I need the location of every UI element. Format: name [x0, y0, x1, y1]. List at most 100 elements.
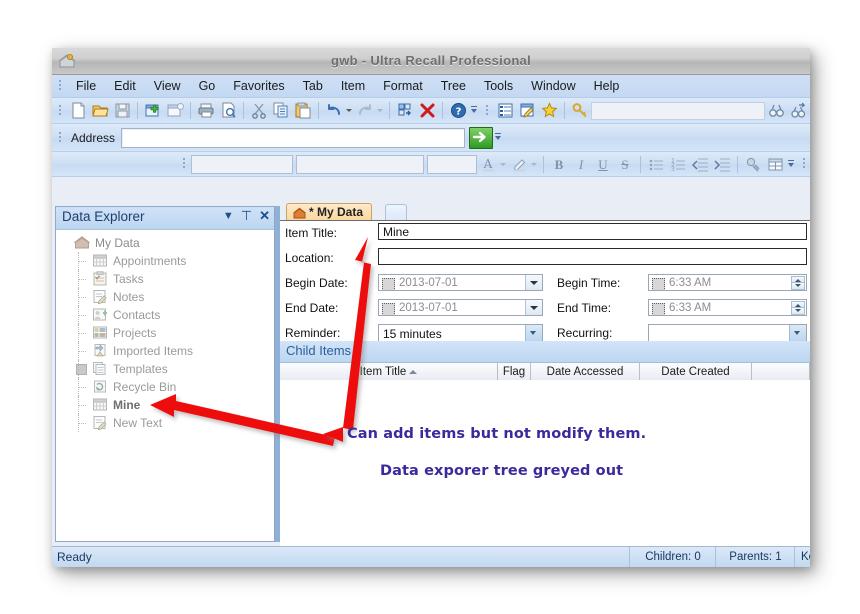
tree-item-imported-items[interactable]: Imported Items [56, 342, 274, 360]
paste-icon[interactable] [292, 100, 314, 121]
insert-table-icon[interactable] [764, 154, 786, 175]
bold-icon[interactable]: B [548, 154, 570, 175]
column-header-date-created[interactable]: Date Created [640, 363, 752, 381]
item-title-input[interactable]: Mine [378, 223, 807, 240]
toolbar-overflow-chevron-icon[interactable] [469, 100, 479, 121]
address-input[interactable] [121, 127, 466, 148]
font-family-select[interactable] [191, 154, 293, 174]
begin-date-dropdown-chevron-icon[interactable] [525, 275, 542, 290]
format-grip-handle[interactable] [180, 155, 189, 173]
menu-item-tools[interactable]: Tools [475, 76, 522, 96]
menu-item-view[interactable]: View [145, 76, 190, 96]
tree-item-my-data[interactable]: My Data [56, 234, 274, 252]
extra-toolbar-grip-handle[interactable] [800, 155, 809, 173]
begin-time-input[interactable]: 6:33 AM [648, 274, 807, 291]
underline-icon[interactable]: U [592, 154, 614, 175]
end-time-input[interactable]: 6:33 AM [648, 299, 807, 316]
end-time-spinner[interactable] [791, 301, 805, 315]
numbered-list-icon[interactable]: 123 [667, 154, 689, 175]
undo-dropdown-chevron-icon[interactable] [345, 100, 354, 121]
new-document-icon[interactable] [67, 100, 89, 121]
tab-placeholder[interactable] [385, 204, 407, 221]
search-toolbar-grip-handle[interactable] [483, 102, 492, 120]
column-header-spacer[interactable] [752, 363, 810, 381]
end-time-checkbox[interactable] [652, 302, 665, 315]
font-color-icon[interactable]: A [477, 154, 499, 175]
menu-grip-handle[interactable] [56, 77, 65, 95]
column-header-date-accessed[interactable]: Date Accessed [531, 363, 640, 381]
begin-time-checkbox[interactable] [652, 277, 665, 290]
data-explorer-tree[interactable]: My Data Appointments Tasks Notes Contacts Pro… [56, 230, 274, 541]
copy-icon[interactable] [270, 100, 292, 121]
font-color-dropdown-chevron-icon[interactable] [499, 154, 508, 175]
edit-note-icon[interactable] [516, 100, 538, 121]
print-preview-icon[interactable] [217, 100, 239, 121]
hyperlink-icon[interactable] [742, 154, 764, 175]
search-input[interactable] [591, 101, 765, 120]
new-child-item-icon[interactable] [164, 100, 186, 121]
menu-item-tab[interactable]: Tab [294, 76, 332, 96]
cut-scissors-icon[interactable] [248, 100, 270, 121]
tree-item-tasks[interactable]: Tasks [56, 270, 274, 288]
tree-item-projects[interactable]: Projects [56, 324, 274, 342]
redo-dropdown-chevron-icon[interactable] [376, 100, 385, 121]
tree-item-contacts[interactable]: Contacts [56, 306, 274, 324]
dropdown-chevron-icon[interactable]: ▼ [223, 210, 234, 222]
favorites-star-icon[interactable] [538, 100, 560, 121]
tab-my-data[interactable]: * My Data [286, 203, 373, 221]
list-view-icon[interactable] [494, 100, 516, 121]
delete-x-icon[interactable] [416, 100, 438, 121]
strikethrough-icon[interactable]: S [614, 154, 636, 175]
menu-item-help[interactable]: Help [585, 76, 629, 96]
location-input[interactable] [378, 248, 807, 265]
tree-item-new-text[interactable]: New Text [56, 414, 274, 432]
italic-icon[interactable]: I [570, 154, 592, 175]
font-size-select[interactable] [427, 154, 477, 174]
menu-item-go[interactable]: Go [190, 76, 225, 96]
bullet-list-icon[interactable] [645, 154, 667, 175]
reminder-dropdown-chevron-icon[interactable] [525, 325, 542, 341]
tree-item-templates[interactable]: Templates [56, 360, 274, 378]
menu-item-format[interactable]: Format [374, 76, 432, 96]
highlight-color-dropdown-chevron-icon[interactable] [530, 154, 539, 175]
find-binoculars-icon[interactable] [765, 100, 787, 121]
pin-icon[interactable]: ⊤ [241, 209, 252, 222]
undo-icon[interactable] [323, 100, 345, 121]
menu-item-window[interactable]: Window [522, 76, 584, 96]
begin-date-checkbox[interactable] [382, 277, 395, 290]
redo-icon[interactable] [354, 100, 376, 121]
recurring-select[interactable] [648, 324, 807, 342]
end-date-dropdown-chevron-icon[interactable] [525, 300, 542, 315]
column-header-item-title[interactable]: Item Title [280, 363, 498, 381]
arrange-icon[interactable] [394, 100, 416, 121]
menu-item-edit[interactable]: Edit [105, 76, 145, 96]
new-item-icon[interactable] [142, 100, 164, 121]
highlight-color-icon[interactable] [508, 154, 530, 175]
tree-item-notes[interactable]: Notes [56, 288, 274, 306]
tree-expander-icon[interactable] [74, 360, 92, 378]
tree-item-appointments[interactable]: Appointments [56, 252, 274, 270]
format-overflow-chevron-icon[interactable] [786, 154, 796, 175]
end-date-checkbox[interactable] [382, 302, 395, 315]
address-grip-handle[interactable] [56, 129, 65, 147]
decrease-indent-icon[interactable] [689, 154, 711, 175]
increase-indent-icon[interactable] [711, 154, 733, 175]
begin-date-input[interactable]: 2013-07-01 [378, 274, 543, 291]
column-header-flag[interactable]: Flag [498, 363, 531, 381]
find-next-binoculars-icon[interactable] [787, 100, 809, 121]
font-style-select[interactable] [296, 154, 424, 174]
menu-item-tree[interactable]: Tree [432, 76, 475, 96]
address-overflow-chevron-icon[interactable] [493, 127, 503, 148]
print-icon[interactable] [195, 100, 217, 121]
toolbar-grip-handle[interactable] [56, 102, 65, 120]
begin-time-spinner[interactable] [791, 276, 805, 290]
help-question-icon[interactable]: ? [447, 100, 469, 121]
reminder-select[interactable]: 15 minutes [378, 324, 543, 342]
open-folder-icon[interactable] [89, 100, 111, 121]
tree-item-mine[interactable]: Mine [56, 396, 274, 414]
search-key-icon[interactable] [569, 100, 591, 121]
tree-item-recycle-bin[interactable]: Recycle Bin [56, 378, 274, 396]
menu-item-favorites[interactable]: Favorites [224, 76, 293, 96]
recurring-dropdown-chevron-icon[interactable] [789, 325, 806, 341]
end-date-input[interactable]: 2013-07-01 [378, 299, 543, 316]
